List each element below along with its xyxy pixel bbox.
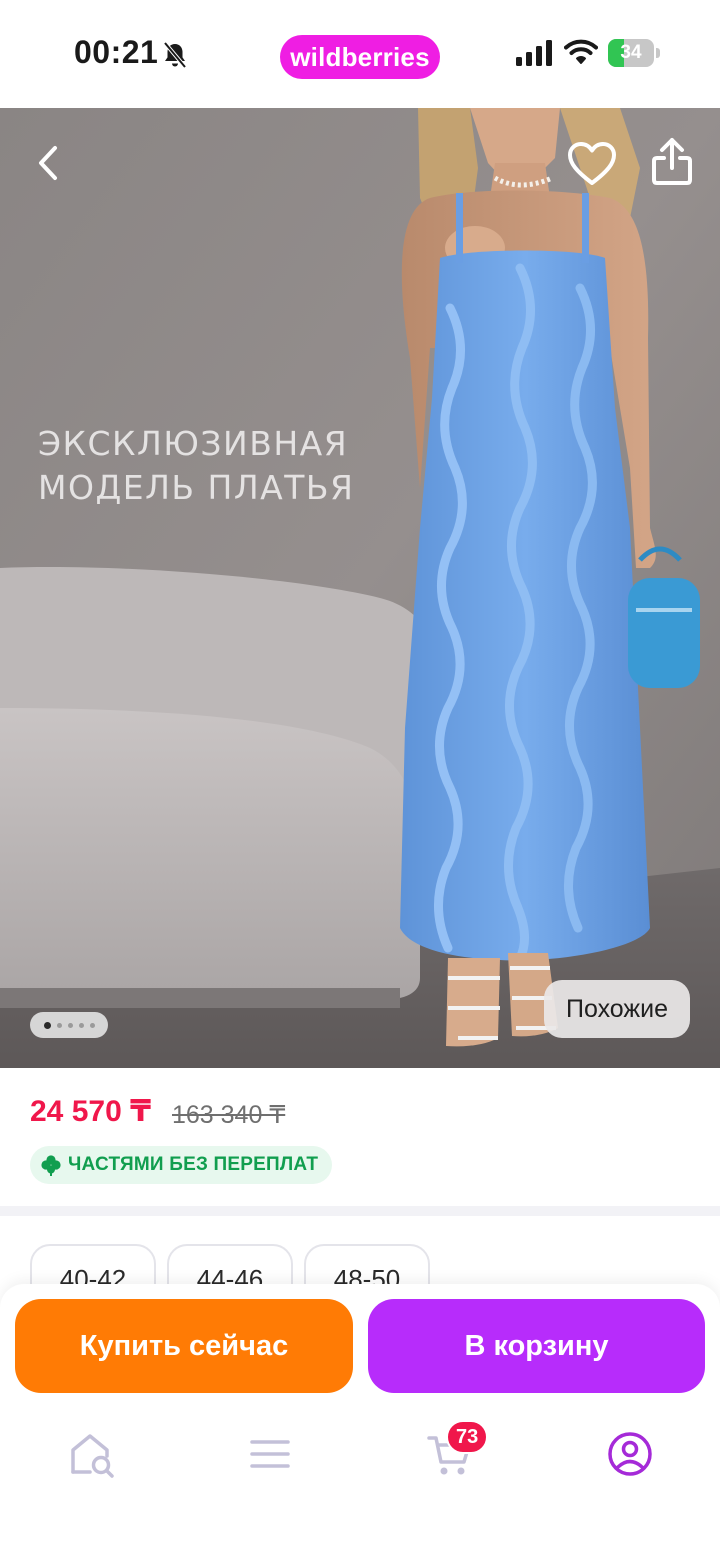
bottom-action-bar: Купить сейчас В корзину 73: [0, 1284, 720, 1561]
gallery-pagination: [30, 1012, 108, 1038]
section-divider: [0, 1206, 720, 1216]
wifi-icon: [564, 39, 598, 64]
hero-overlay-text: ЭКСКЛЮЗИВНАЯ МОДЕЛЬ ПЛАТЬЯ: [38, 422, 418, 510]
hero-overlay-line-2: МОДЕЛЬ ПЛАТЬЯ: [38, 468, 355, 507]
installment-label: ЧАСТЯМИ БЕЗ ПЕРЕПЛАТ: [68, 1154, 319, 1175]
status-time: 00:21: [74, 34, 159, 70]
home-search-icon[interactable]: [68, 1430, 116, 1478]
clover-icon: [41, 1155, 61, 1176]
gallery-dot: [89, 1022, 95, 1028]
current-price: 24 570 ₸: [30, 1095, 151, 1128]
share-icon: [652, 138, 692, 185]
price-section: 24 570 ₸ 163 340 ₸ ЧАСТЯМИ БЕЗ ПЕРЕПЛАТ: [0, 1068, 720, 1206]
battery-icon: 34: [608, 39, 660, 67]
heart-icon: [568, 142, 616, 185]
favorite-button[interactable]: [566, 140, 618, 188]
old-price: 163 340 ₸: [172, 1101, 286, 1129]
product-photo: [0, 108, 720, 1068]
profile-icon[interactable]: [606, 1430, 654, 1478]
gallery-dot: [56, 1022, 62, 1028]
buy-now-button[interactable]: Купить сейчас: [15, 1299, 353, 1393]
bell-muted-icon: [163, 41, 187, 69]
cart-count-badge: 73: [446, 1420, 489, 1454]
add-to-cart-button[interactable]: В корзину: [368, 1299, 705, 1393]
status-bar: 00:21 wildberries 34: [0, 0, 720, 108]
gallery-dot: [67, 1022, 73, 1028]
gallery-dot: [43, 1021, 51, 1029]
battery-percent: 34: [620, 42, 642, 63]
installment-badge[interactable]: ЧАСТЯМИ БЕЗ ПЕРЕПЛАТ: [30, 1146, 333, 1184]
brand-logo: wildberries: [280, 35, 440, 79]
back-button[interactable]: [26, 138, 70, 188]
hero-overlay-line-1: ЭКСКЛЮЗИВНАЯ: [38, 424, 349, 463]
cellular-signal-icon: [516, 40, 552, 66]
chevron-left-icon: [39, 146, 57, 180]
gallery-dot: [78, 1022, 84, 1028]
share-button[interactable]: [648, 136, 696, 188]
menu-icon[interactable]: [246, 1430, 294, 1478]
product-image-gallery[interactable]: ЭКСКЛЮЗИВНАЯ МОДЕЛЬ ПЛАТЬЯ Похожие: [0, 108, 720, 1068]
similar-button[interactable]: Похожие: [544, 980, 690, 1038]
